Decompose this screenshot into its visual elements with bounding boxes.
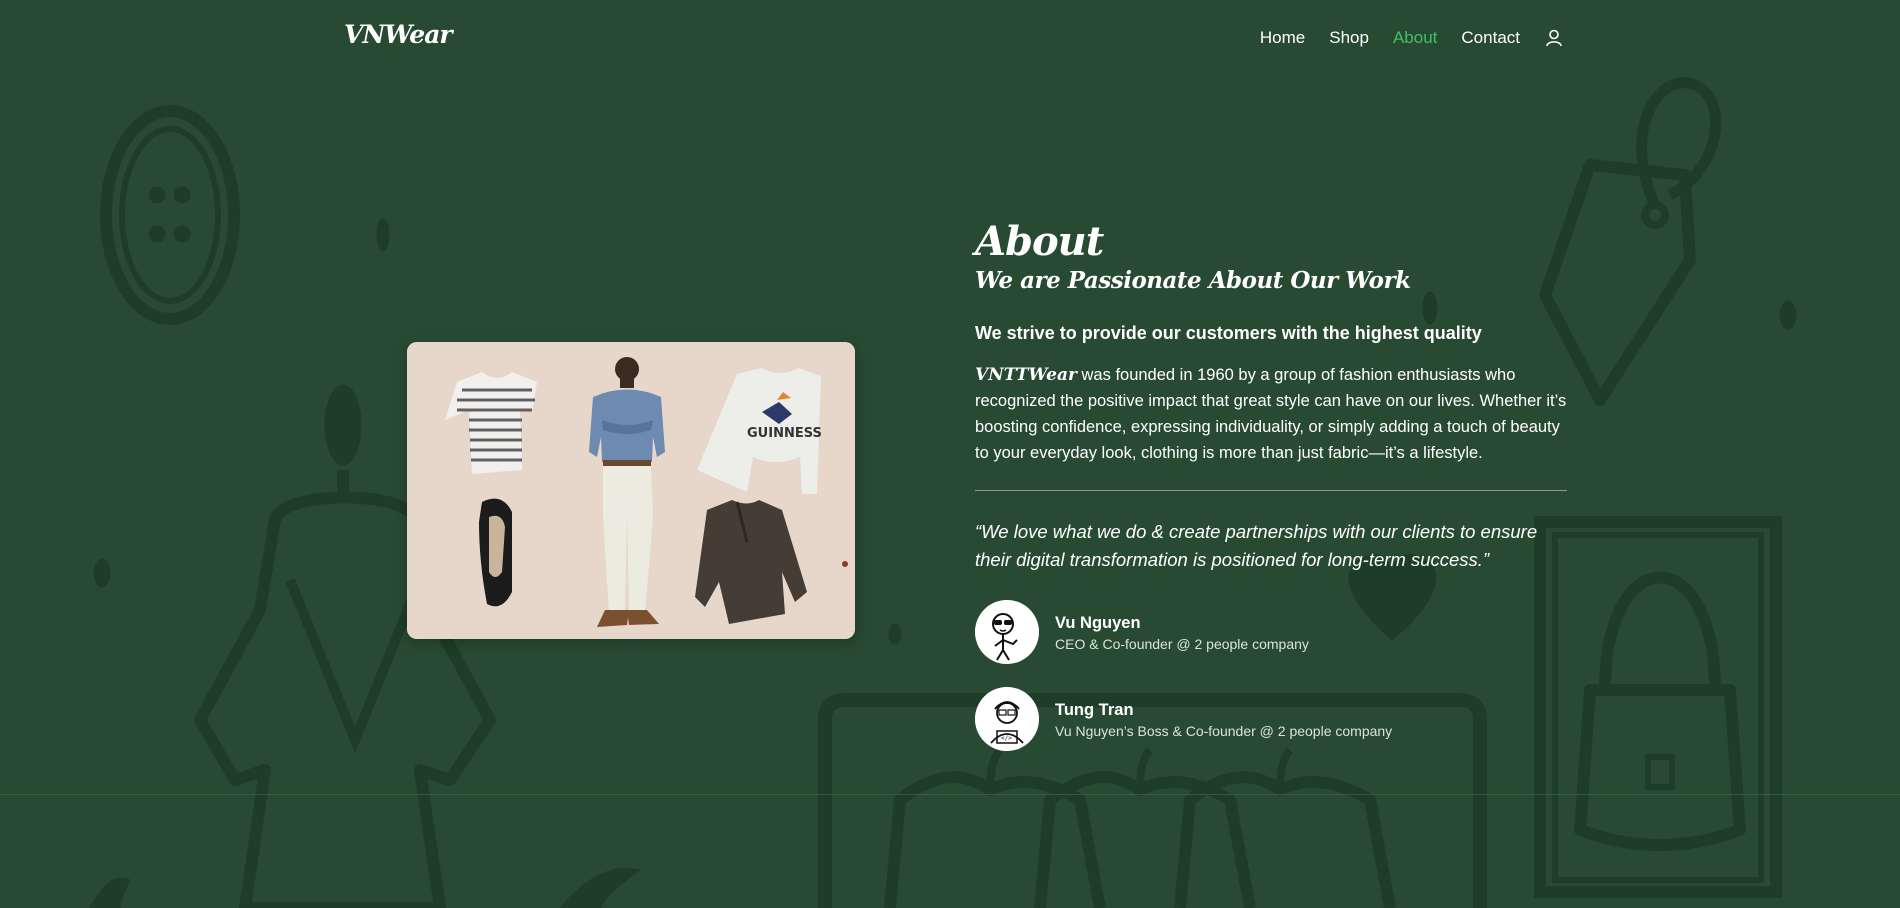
avatar: </> bbox=[975, 687, 1039, 751]
page-subtitle: We are Passionate About Our Work bbox=[975, 267, 1411, 294]
team-member: </> Tung Tran Vu Nguyen’s Boss & Co-foun… bbox=[975, 687, 1567, 751]
svg-text:GUINNESS: GUINNESS bbox=[747, 426, 822, 441]
team-member-role: CEO & Co-founder @ 2 people company bbox=[1055, 635, 1309, 652]
button-icon bbox=[100, 105, 240, 325]
logo[interactable]: VNWear bbox=[344, 20, 453, 49]
lead-text: We strive to provide our customers with … bbox=[975, 323, 1482, 343]
avatar bbox=[975, 600, 1039, 664]
team-member-info: Vu Nguyen CEO & Co-founder @ 2 people co… bbox=[1055, 613, 1309, 652]
team-member-info: Tung Tran Vu Nguyen’s Boss & Co-founder … bbox=[1055, 700, 1392, 739]
team-member: Vu Nguyen CEO & Co-founder @ 2 people co… bbox=[975, 600, 1567, 664]
team-member-name: Vu Nguyen bbox=[1055, 613, 1141, 632]
team-member-role: Vu Nguyen’s Boss & Co-founder @ 2 people… bbox=[1055, 722, 1393, 739]
brand-name: VNTTWear bbox=[975, 365, 1077, 385]
about-content: About We are Passionate About Our Work W… bbox=[975, 218, 1567, 751]
product-collage-image: GUINNESS bbox=[407, 342, 855, 639]
about-page: VNWear Home Shop About Contact GUINNESS … bbox=[0, 0, 1900, 908]
handbag-frame-icon bbox=[1534, 516, 1782, 898]
nav-link-about[interactable]: About bbox=[1393, 28, 1437, 48]
about-paragraph: VNTTWear was founded in 1960 by a group … bbox=[975, 362, 1567, 466]
price-tag-icon bbox=[1539, 77, 1722, 406]
background-illustration bbox=[89, 77, 1797, 908]
team-member-name: Tung Tran bbox=[1055, 700, 1134, 719]
section-divider bbox=[0, 794, 1900, 795]
nav-links: Home Shop About Contact bbox=[1260, 28, 1564, 48]
divider bbox=[975, 490, 1567, 491]
user-icon[interactable] bbox=[1544, 28, 1564, 48]
nav-link-home[interactable]: Home bbox=[1260, 28, 1305, 48]
svg-text:</>: </> bbox=[1001, 735, 1012, 742]
nav-link-shop[interactable]: Shop bbox=[1329, 28, 1369, 48]
navbar: VNWear Home Shop About Contact bbox=[0, 0, 1900, 76]
page-title: About bbox=[975, 218, 1104, 265]
quote-text: “We love what we do & create partnership… bbox=[975, 521, 1538, 570]
nav-link-contact[interactable]: Contact bbox=[1461, 28, 1520, 48]
